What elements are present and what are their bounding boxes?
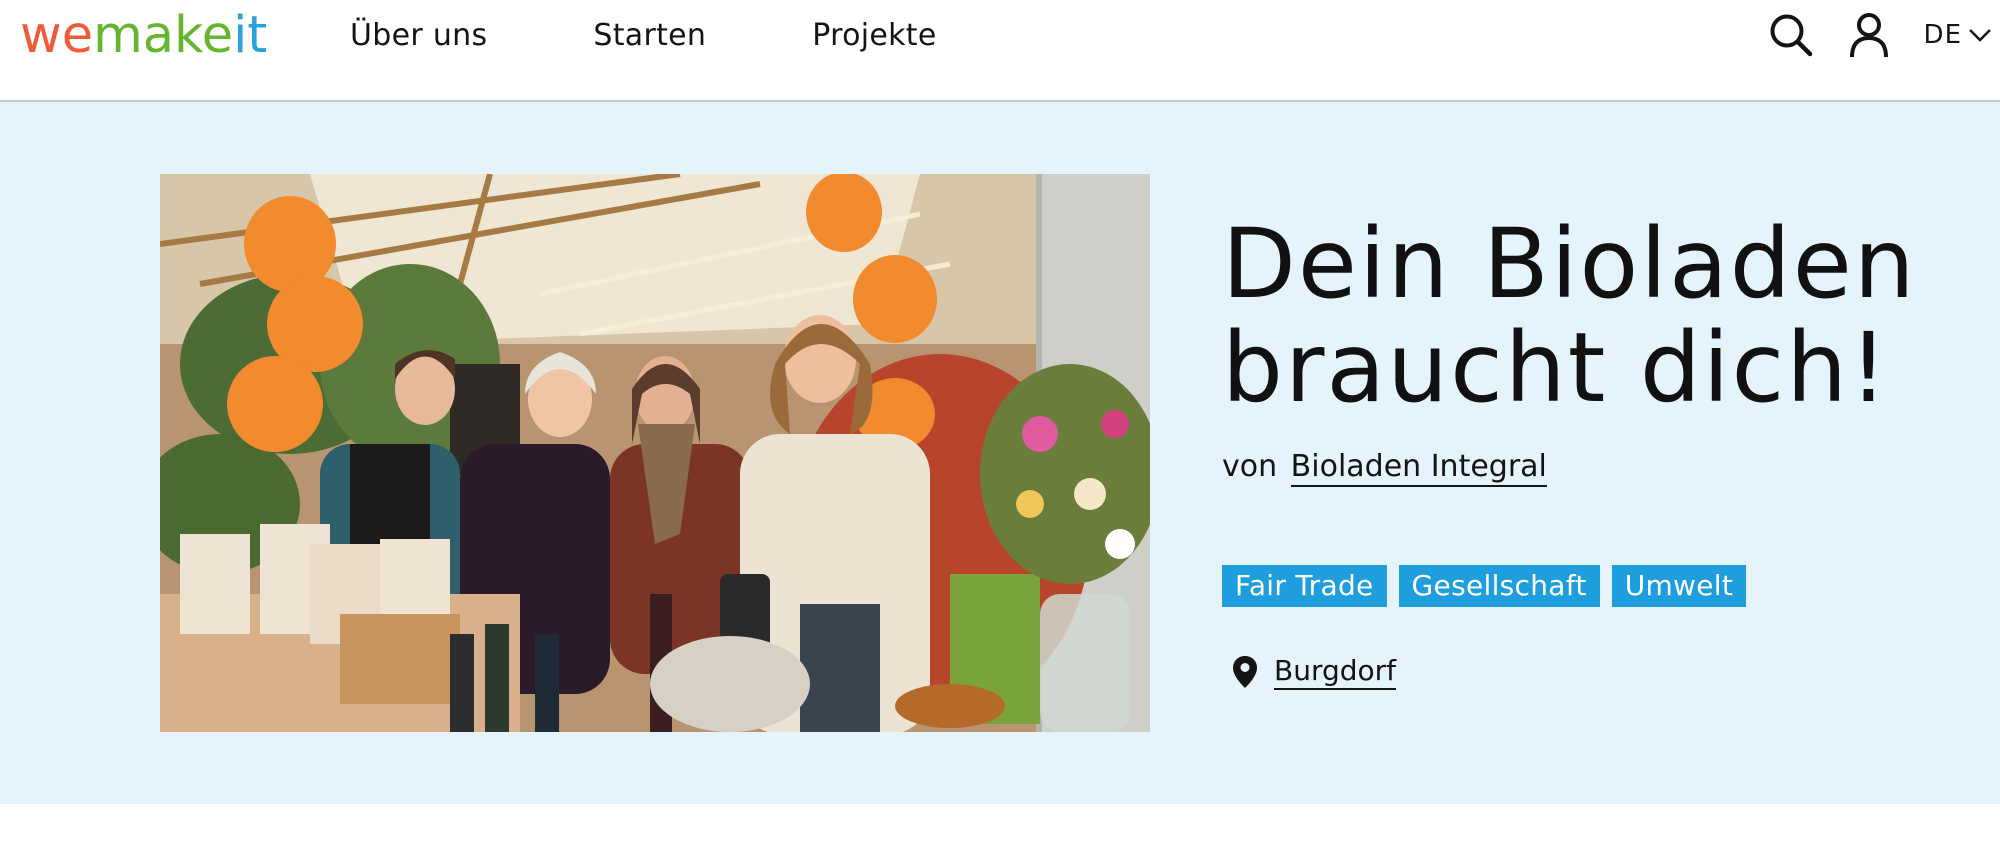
nav-item-start[interactable]: Starten (593, 18, 706, 53)
logo-we: we (20, 6, 94, 65)
project-image (160, 174, 1150, 732)
byline-prefix: von (1222, 449, 1278, 484)
search-button[interactable] (1766, 10, 1816, 60)
wemakeit-logo[interactable]: wemakeit (20, 8, 267, 64)
site-header: wemakeit Über uns Starten Projekte DE (0, 0, 2000, 102)
project-location: Burgdorf (1232, 654, 1397, 690)
location-link[interactable]: Burgdorf (1274, 654, 1397, 690)
language-label: DE (1923, 20, 1962, 50)
user-icon (1849, 13, 1888, 58)
nav-item-about[interactable]: Über uns (350, 18, 487, 53)
project-tags: Fair Trade Gesellschaft Umwelt (1222, 565, 1758, 607)
tag-gesellschaft[interactable]: Gesellschaft (1398, 565, 1600, 607)
project-title: Dein Bioladen braucht dich! (1222, 208, 1917, 424)
chevron-down-icon (1969, 29, 1991, 42)
project-hero: Dein Bioladen braucht dich! von Bioladen… (0, 102, 2000, 804)
account-button[interactable] (1846, 10, 1892, 60)
map-pin-icon (1233, 656, 1257, 688)
header-tools: DE (1766, 0, 2000, 70)
project-owner-link[interactable]: Bioladen Integral (1290, 449, 1547, 487)
tag-umwelt[interactable]: Umwelt (1611, 565, 1747, 607)
logo-make: make (93, 6, 234, 65)
language-switcher[interactable]: DE (1924, 20, 1992, 50)
nav-item-projects[interactable]: Projekte (812, 18, 936, 53)
tag-fair-trade[interactable]: Fair Trade (1222, 565, 1387, 607)
main-nav: Über uns Starten Projekte (350, 0, 1043, 70)
logo-it: it (233, 6, 268, 65)
search-icon (1770, 14, 1812, 57)
project-byline: von Bioladen Integral (1222, 449, 1547, 487)
